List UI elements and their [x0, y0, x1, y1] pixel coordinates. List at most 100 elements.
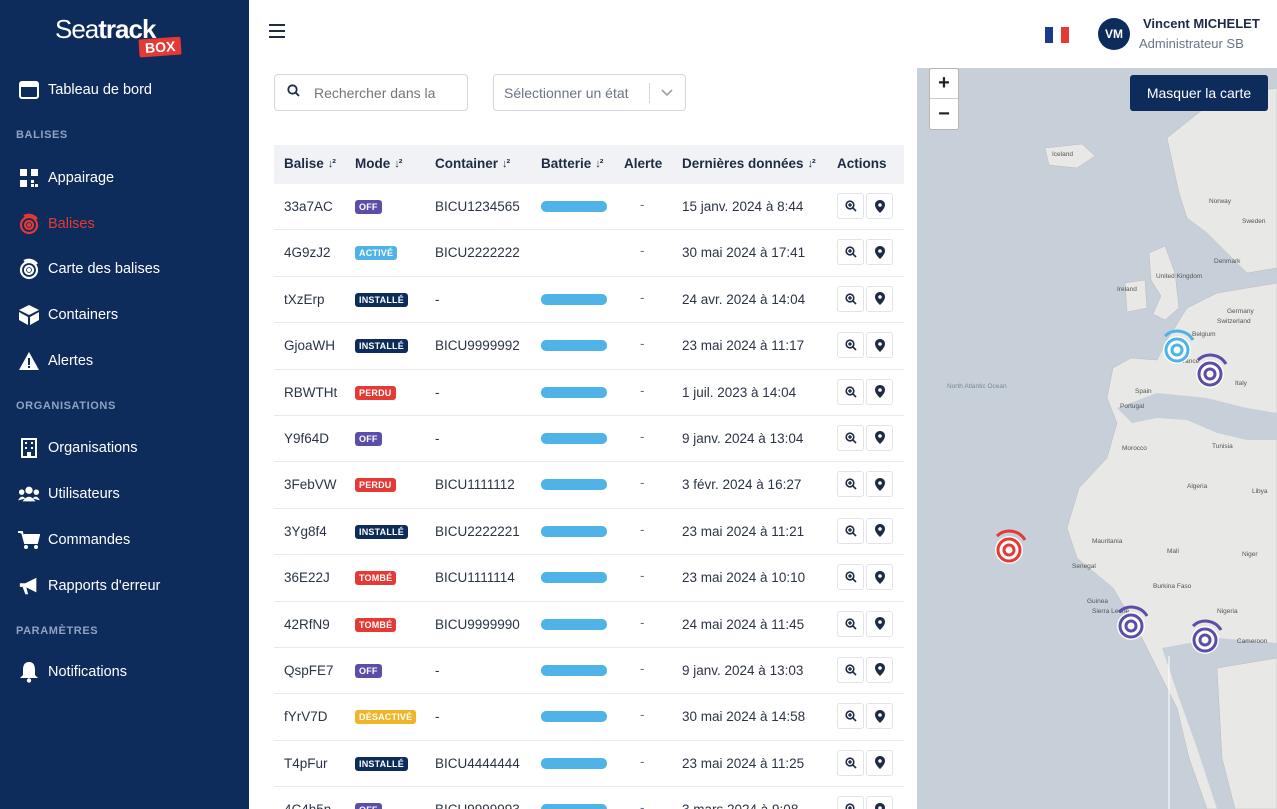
table-row[interactable]: 3FebVW PERDU BICU1111112 - 3 févr. 2024 à 16… [274, 462, 904, 509]
search-box[interactable] [274, 74, 468, 111]
locate-on-map-button[interactable] [866, 796, 893, 809]
seatrackbox-logo[interactable]: Seatrack BOX [55, 14, 195, 64]
zoom-to-beacon-button[interactable] [837, 471, 864, 498]
col-batterie[interactable]: Batterie ↓² [541, 156, 603, 171]
locate-on-map-button[interactable] [866, 239, 893, 266]
sidebar-item-organisations[interactable]: Organisations [0, 430, 249, 466]
zoom-to-beacon-button[interactable] [837, 610, 864, 637]
locate-on-map-button[interactable] [866, 471, 893, 498]
alert-value: - [640, 428, 645, 444]
qr-code-icon [18, 167, 40, 189]
col-alerte: Alerte [624, 156, 663, 171]
state-select[interactable]: Sélectionner un état [493, 74, 686, 111]
locate-on-map-button[interactable] [866, 703, 893, 730]
table-row[interactable]: GjoaWH INSTALLÉ BICU9999992 - 23 mai 2024 à … [274, 323, 904, 370]
mode-badge: INSTALLÉ [355, 524, 408, 539]
hamburger-menu-icon[interactable] [269, 24, 285, 38]
locate-on-map-button[interactable] [866, 424, 893, 451]
zoom-to-beacon-button[interactable] [837, 332, 864, 359]
beacon-marker-off[interactable] [1190, 350, 1234, 394]
sort-icon: ↓² [595, 157, 603, 170]
battery-bar [541, 201, 607, 212]
battery-bar [541, 479, 607, 491]
french-flag-icon[interactable] [1045, 27, 1069, 43]
locate-on-map-button[interactable] [866, 564, 893, 591]
sidebar-item-label: Commandes [48, 532, 131, 548]
sidebar-item-label: Rapports d'erreur [48, 578, 161, 594]
table-row[interactable]: 4G9zJ2 ACTIVÉ BICU2222222 - 30 mai 2024 à 17… [274, 230, 904, 277]
zoom-to-beacon-button[interactable] [837, 656, 864, 683]
locate-on-map-button[interactable] [866, 332, 893, 359]
alert-value: - [640, 707, 645, 723]
beacon-marker-lost[interactable] [989, 526, 1033, 570]
table-row[interactable]: 36E22J TOMBÉ BICU1111114 - 23 mai 2024 à 10:… [274, 555, 904, 602]
mode-badge: INSTALLÉ [355, 292, 408, 307]
table-row[interactable]: 3Yg8f4 INSTALLÉ BICU2222221 - 23 mai 2024 à … [274, 509, 904, 556]
table-row[interactable]: tXzErp INSTALLÉ - - 24 avr. 2024 à 14:04 [274, 277, 904, 324]
zoom-to-beacon-button[interactable] [837, 564, 864, 591]
table-row[interactable]: 4C4h5n OFF BICU9999993 - 3 mars 2024 à 9:08 [274, 787, 904, 809]
zoom-to-beacon-button[interactable] [837, 424, 864, 451]
col-mode[interactable]: Mode ↓² [355, 156, 402, 171]
zoom-to-beacon-button[interactable] [837, 517, 864, 544]
col-actions: Actions [837, 156, 887, 171]
mode-badge: INSTALLÉ [355, 756, 408, 771]
table-row[interactable]: Y9f64D OFF - - 9 janv. 2024 à 13:04 [274, 416, 904, 463]
zoom-to-beacon-button[interactable] [837, 749, 864, 776]
sidebar-item-alertes[interactable]: Alertes [0, 343, 249, 379]
locate-on-map-button[interactable] [866, 517, 893, 544]
table-row[interactable]: QspFE7 OFF - - 9 janv. 2024 à 13:03 [274, 648, 904, 695]
col-last-data[interactable]: Dernières données ↓² [682, 156, 816, 171]
zoom-to-beacon-button[interactable] [837, 378, 864, 405]
locate-on-map-button[interactable] [866, 378, 893, 405]
table-row[interactable]: 42RfN9 TOMBÉ BICU9999990 - 24 mai 2024 à 11:… [274, 602, 904, 648]
sidebar-item-rapports[interactable]: Rapports d'erreur [0, 568, 249, 604]
locate-on-map-button[interactable] [866, 285, 893, 312]
sidebar-item-commandes[interactable]: Commandes [0, 522, 249, 558]
battery-bar [541, 757, 607, 769]
balise-id: tXzErp [284, 291, 325, 307]
table-row[interactable]: fYrV7D DÉSACTIVÉ - - 30 mai 2024 à 14:58 [274, 694, 904, 741]
sidebar-item-balises[interactable]: Balises [0, 206, 249, 242]
zoom-to-beacon-button[interactable] [837, 703, 864, 730]
sidebar-item-notifications[interactable]: Notifications [0, 654, 249, 690]
zoom-in-button[interactable]: + [930, 69, 958, 99]
hide-map-button[interactable]: Masquer la carte [1130, 75, 1268, 111]
zoom-out-button[interactable]: − [930, 99, 958, 129]
sidebar-item-dashboard[interactable]: Tableau de bord [0, 72, 249, 108]
beacon-map[interactable]: Iceland Norway Sweden United Kingdom Ire… [917, 68, 1277, 809]
container-id: - [435, 430, 440, 446]
sidebar-item-appairage[interactable]: Appairage [0, 160, 249, 196]
zoom-to-beacon-button[interactable] [837, 285, 864, 312]
table-row[interactable]: T4pFur INSTALLÉ BICU4444444 - 23 mai 2024 à … [274, 741, 904, 788]
alert-value: - [640, 568, 645, 584]
zoom-to-beacon-button[interactable] [837, 796, 864, 809]
locate-on-map-button[interactable] [866, 656, 893, 683]
sidebar-item-containers[interactable]: Containers [0, 297, 249, 333]
sidebar-item-beacon-map[interactable]: Carte des balises [0, 251, 249, 287]
beacon-marker-off[interactable] [1185, 616, 1229, 660]
sort-icon: ↓² [807, 157, 816, 170]
sidebar-item-utilisateurs[interactable]: Utilisateurs [0, 476, 249, 512]
user-avatar[interactable]: VM [1098, 18, 1130, 50]
col-balise[interactable]: Balise ↓² [284, 156, 336, 171]
locate-on-map-button[interactable] [866, 193, 893, 219]
user-name[interactable]: Vincent MICHELET [1143, 16, 1260, 31]
table-row[interactable]: 33a7AC OFF BICU1234565 - 15 janv. 2024 à 8:4… [274, 184, 904, 231]
mode-badge: OFF [355, 200, 382, 214]
locate-on-map-button[interactable] [866, 610, 893, 637]
battery-bar [541, 432, 607, 444]
table-row[interactable]: RBWTHt PERDU - - 1 juil. 2023 à 14:04 [274, 370, 904, 416]
beacon-icon [18, 213, 40, 235]
mode-badge: DÉSACTIVÉ [355, 710, 417, 725]
user-role: Administrateur SB [1139, 36, 1244, 51]
last-data-date: 3 mars 2024 à 9:08 [682, 802, 798, 809]
locate-on-map-button[interactable] [866, 749, 893, 776]
search-input[interactable] [314, 84, 464, 101]
col-container[interactable]: Container ↓² [435, 156, 510, 171]
zoom-to-beacon-button[interactable] [837, 239, 864, 266]
alert-value: - [640, 753, 645, 769]
mode-badge: OFF [355, 663, 382, 678]
beacon-marker-off[interactable] [1111, 602, 1155, 646]
zoom-to-beacon-button[interactable] [837, 193, 864, 219]
